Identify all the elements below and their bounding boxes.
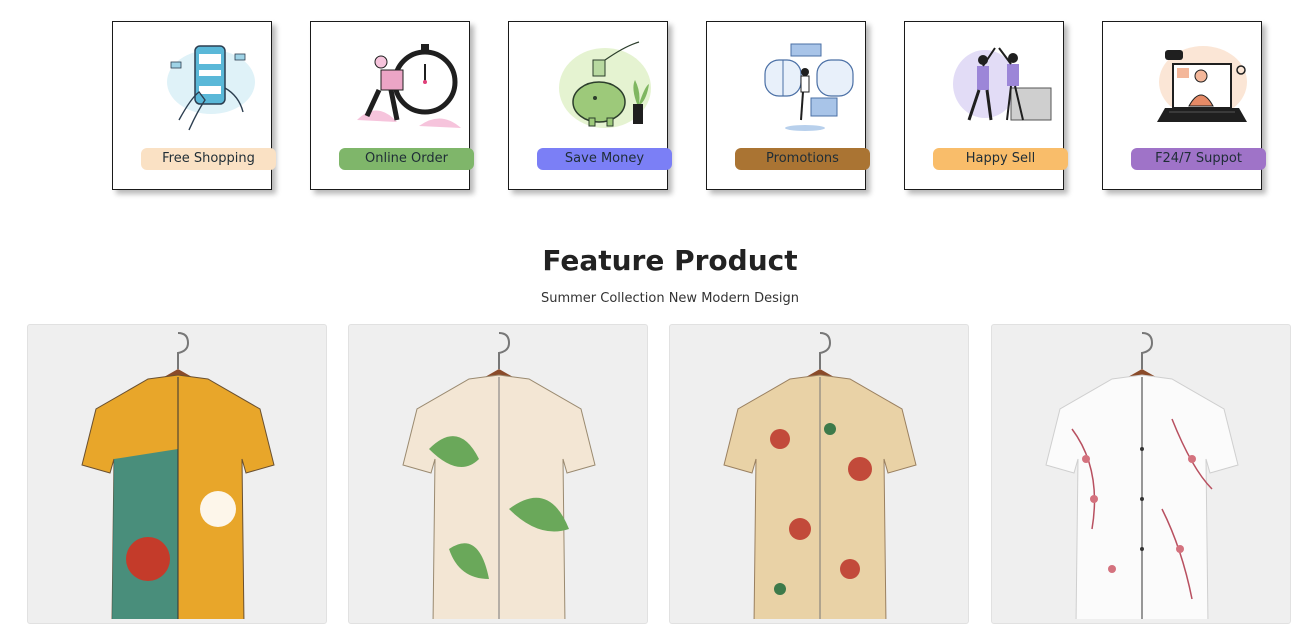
product-card[interactable]	[348, 324, 648, 624]
product-card[interactable]	[669, 324, 969, 624]
feature-support-label: F24/7 Suppot	[1131, 148, 1266, 170]
laptop-support-icon	[1157, 46, 1247, 122]
feature-save-money[interactable]: Save Money	[508, 21, 672, 190]
section-title: Feature Product	[542, 244, 798, 277]
feature-promotions-label: Promotions	[735, 148, 870, 170]
delivery-stopwatch-icon	[357, 44, 461, 128]
shirt-rose-floral-image	[723, 332, 917, 619]
shirt-abstract-floral-image	[81, 332, 275, 619]
feature-free-shopping[interactable]: Free Shopping	[112, 21, 276, 190]
shirt-green-leaf-image	[402, 332, 596, 619]
product-card[interactable]	[991, 324, 1291, 624]
feature-promotions[interactable]: Promotions	[706, 21, 870, 190]
section-subtitle: Summer Collection New Modern Design	[540, 291, 799, 306]
product-grid	[27, 324, 1292, 624]
promotion-window-icon	[764, 43, 854, 131]
feature-online-order[interactable]: Online Order	[310, 21, 474, 190]
feature-online-order-label: Online Order	[339, 148, 474, 170]
product-card[interactable]	[27, 324, 327, 624]
piggy-bank-icon	[559, 41, 651, 128]
feature-happy-sell-label: Happy Sell	[933, 148, 1068, 170]
feature-support[interactable]: F24/7 Suppot	[1102, 21, 1266, 190]
shirt-pink-blossom-image	[1045, 332, 1239, 619]
feature-happy-sell[interactable]: Happy Sell	[904, 21, 1068, 190]
high-five-icon	[953, 47, 1052, 121]
feature-save-money-label: Save Money	[537, 148, 672, 170]
phone-payment-icon	[167, 45, 255, 131]
feature-boxes: Free Shopping Online Order Save Money Pr…	[112, 21, 1272, 193]
feature-free-shopping-label: Free Shopping	[141, 148, 276, 170]
